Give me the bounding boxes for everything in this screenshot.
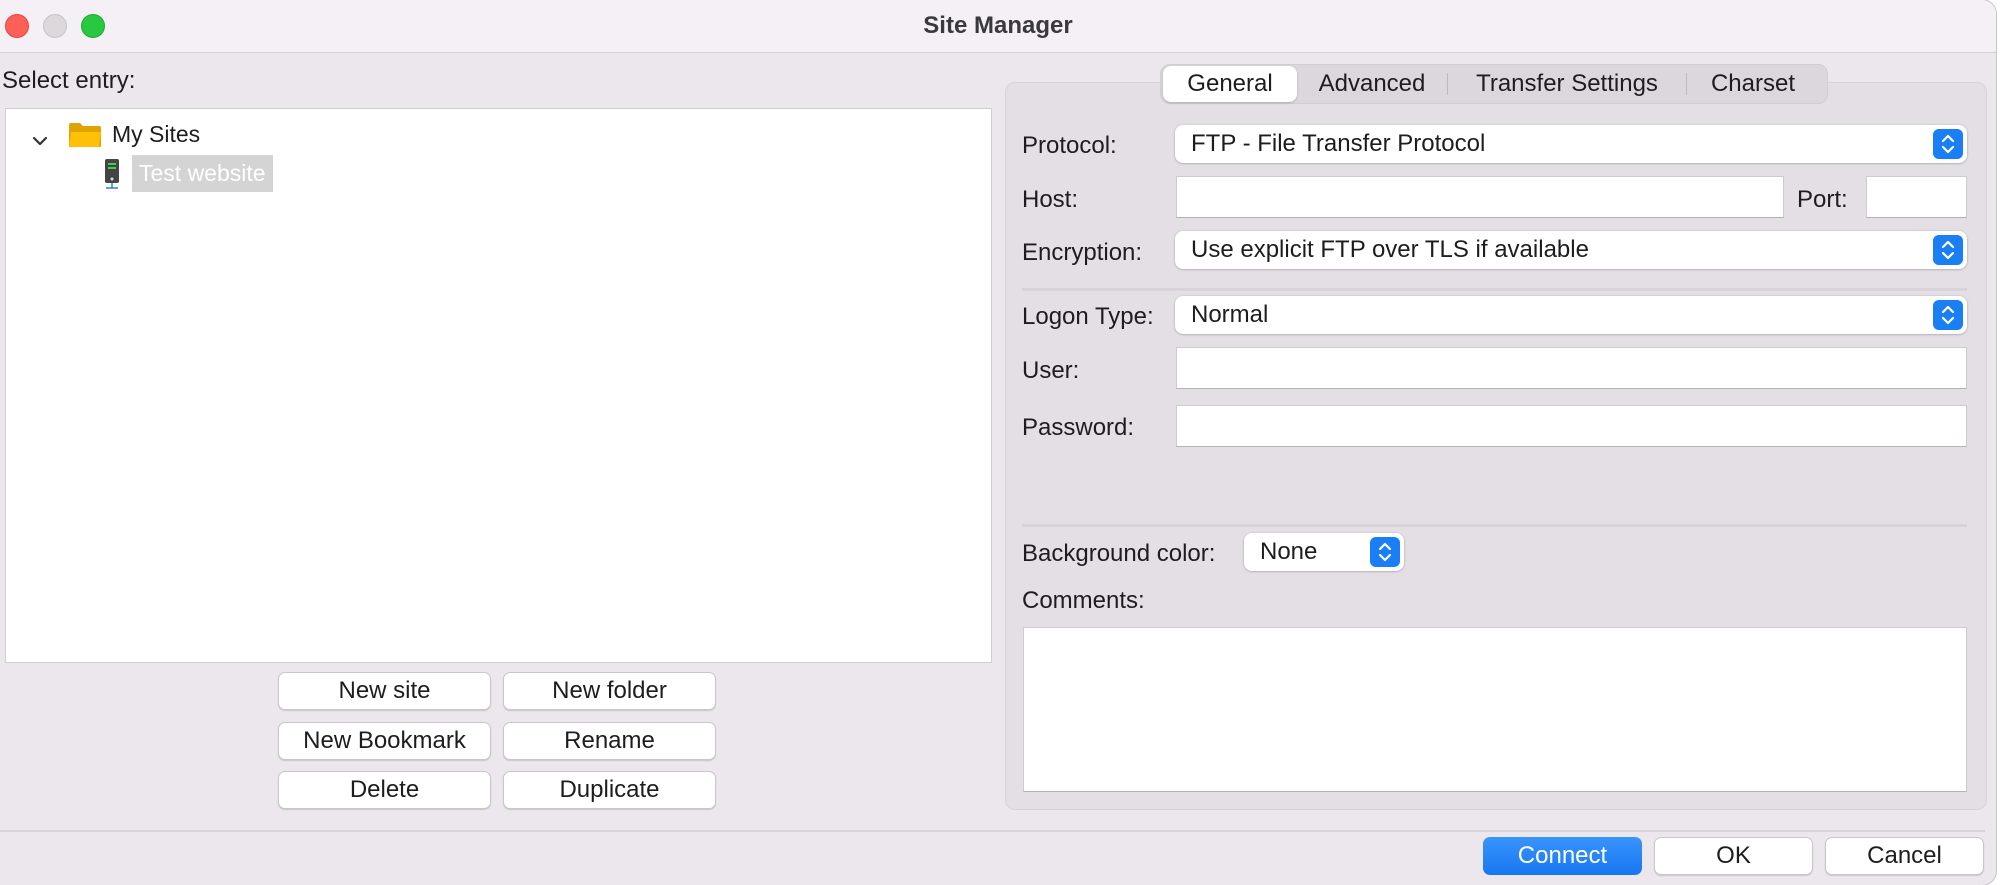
encryption-select[interactable]: Use explicit FTP over TLS if available xyxy=(1175,231,1967,269)
encryption-value: Use explicit FTP over TLS if available xyxy=(1191,236,1589,263)
background-color-label: Background color: xyxy=(1022,540,1216,567)
user-label: User: xyxy=(1022,357,1080,384)
host-label: Host: xyxy=(1022,186,1079,213)
comments-textarea[interactable] xyxy=(1023,627,1967,792)
password-label: Password: xyxy=(1022,414,1135,441)
stepper-chevrons-icon xyxy=(1933,300,1963,330)
tree-folder-my-sites[interactable]: My Sites xyxy=(68,121,200,148)
section-divider xyxy=(1022,288,1967,291)
stepper-chevrons-icon xyxy=(1933,235,1963,265)
site-manager-window: Site Manager Select entry: My Sites Test… xyxy=(0,0,1996,885)
folder-icon xyxy=(69,122,101,147)
cancel-button[interactable]: Cancel xyxy=(1825,837,1984,875)
ok-button[interactable]: OK xyxy=(1654,837,1813,875)
tab-transfer-settings[interactable]: Transfer Settings xyxy=(1448,66,1686,102)
chevron-down-icon[interactable] xyxy=(28,129,52,153)
tab-advanced[interactable]: Advanced xyxy=(1297,66,1447,102)
background-color-select[interactable]: None xyxy=(1244,533,1404,571)
delete-button[interactable]: Delete xyxy=(278,771,491,809)
tree-folder-label: My Sites xyxy=(112,121,201,147)
tab-bar: General Advanced Transfer Settings Chars… xyxy=(1160,64,1828,104)
window-title: Site Manager xyxy=(923,12,1073,39)
new-folder-button[interactable]: New folder xyxy=(503,672,716,710)
new-bookmark-button[interactable]: New Bookmark xyxy=(278,722,491,760)
encryption-label: Encryption: xyxy=(1022,239,1143,266)
stepper-chevrons-icon xyxy=(1370,537,1400,567)
tree-site-label: Test website xyxy=(132,155,273,192)
background-color-value: None xyxy=(1260,538,1318,565)
protocol-select[interactable]: FTP - File Transfer Protocol xyxy=(1175,125,1967,163)
logon-type-select[interactable]: Normal xyxy=(1175,296,1967,334)
server-icon xyxy=(105,158,119,189)
duplicate-button[interactable]: Duplicate xyxy=(503,771,716,809)
protocol-label: Protocol: xyxy=(1022,132,1117,159)
user-input[interactable] xyxy=(1176,347,1967,389)
logon-type-value: Normal xyxy=(1191,301,1269,328)
port-label: Port: xyxy=(1797,186,1848,213)
select-entry-label: Select entry: xyxy=(2,67,136,94)
host-input[interactable] xyxy=(1176,176,1784,218)
port-input[interactable] xyxy=(1866,176,1967,218)
connect-button[interactable]: Connect xyxy=(1483,837,1642,875)
stepper-chevrons-icon xyxy=(1933,129,1963,159)
logon-type-label: Logon Type: xyxy=(1022,303,1154,330)
footer-divider xyxy=(0,830,1985,832)
tab-general[interactable]: General xyxy=(1163,66,1297,102)
protocol-value: FTP - File Transfer Protocol xyxy=(1191,130,1486,157)
password-input[interactable] xyxy=(1176,405,1967,447)
section-divider xyxy=(1022,524,1967,527)
rename-button[interactable]: Rename xyxy=(503,722,716,760)
comments-label: Comments: xyxy=(1022,587,1145,614)
tab-charset[interactable]: Charset xyxy=(1687,66,1819,102)
new-site-button[interactable]: New site xyxy=(278,672,491,710)
title-bar: Site Manager xyxy=(0,0,1996,53)
tree-site-test-website[interactable]: Test website xyxy=(104,155,273,192)
site-tree[interactable]: My Sites Test website xyxy=(5,108,992,663)
